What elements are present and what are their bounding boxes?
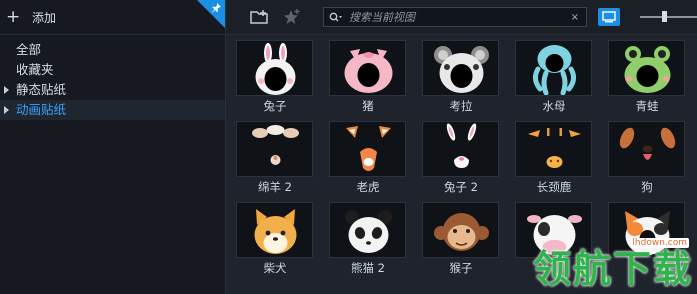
sticker-label: 水母	[542, 99, 566, 113]
category-tree: 全部 收藏夹 静态贴纸 动画贴纸	[0, 35, 225, 120]
frog-icon	[624, 46, 671, 93]
view-mode-button[interactable]	[598, 8, 620, 26]
sticker-tile[interactable]: 猴子	[418, 199, 504, 279]
sticker-thumbnail	[236, 202, 313, 258]
panda-icon	[345, 210, 392, 253]
tree-item-label: 动画贴纸	[16, 102, 67, 117]
shiba-icon	[254, 209, 297, 254]
sticker-tile[interactable]: 长颈鹿	[511, 118, 597, 198]
sticker-label: 绵羊 2	[258, 180, 292, 194]
sticker-thumbnail	[608, 40, 685, 96]
tree-item-static-stickers[interactable]: 静态贴纸	[0, 80, 225, 100]
giraffe-icon	[528, 128, 581, 168]
sticker-label: 熊猫 2	[351, 261, 385, 275]
koala-icon	[434, 46, 489, 93]
tree-item-favorites[interactable]: 收藏夹	[0, 60, 225, 80]
monitor-icon	[602, 11, 616, 23]
rabbit-2-icon	[446, 123, 477, 168]
tiger-icon	[346, 126, 391, 171]
sticker-thumbnail	[236, 40, 313, 96]
sticker-label: 兔子	[263, 99, 287, 113]
jellyfish-icon	[532, 45, 577, 95]
library-panel: + 添加 全部 收藏夹 静态贴纸 动画贴纸	[0, 0, 226, 294]
expand-arrow-icon[interactable]	[4, 106, 9, 114]
search-box[interactable]: 搜索当前视图 ×	[323, 7, 587, 27]
sticker-tile[interactable]: 兔子 2	[418, 118, 504, 198]
sticker-tile[interactable]: 熊猫 2	[325, 199, 411, 279]
search-input[interactable]: 搜索当前视图	[349, 9, 571, 25]
add-favorite-icon[interactable]	[280, 5, 304, 29]
tree-item-label: 全部	[16, 42, 42, 57]
sticker-tile[interactable]: 绵羊 2	[232, 118, 318, 198]
sticker-thumbnail	[422, 121, 499, 177]
sticker-thumbnail	[515, 121, 592, 177]
sticker-thumbnail	[515, 40, 592, 96]
sheep-icon	[252, 125, 299, 165]
import-folder-icon[interactable]	[248, 5, 272, 29]
sticker-thumbnail	[329, 202, 406, 258]
tree-item-label: 收藏夹	[16, 62, 54, 77]
slider-thumb[interactable]	[662, 11, 667, 22]
monkey-icon	[434, 213, 489, 251]
add-label: 添加	[32, 10, 57, 25]
sticker-thumbnail	[329, 40, 406, 96]
clear-search-icon[interactable]: ×	[571, 12, 579, 23]
sticker-tile[interactable]: 兔子	[232, 37, 318, 117]
plus-icon: +	[6, 7, 21, 27]
thumbnail-size-slider[interactable]	[640, 11, 697, 22]
sticker-label: 老虎	[356, 180, 380, 194]
add-button[interactable]: + 添加	[6, 7, 56, 27]
search-icon[interactable]	[329, 12, 343, 22]
rabbit-icon	[255, 43, 296, 95]
tree-item-all[interactable]: 全部	[0, 40, 225, 60]
sticker-thumbnail	[236, 121, 313, 177]
sticker-label: 猴子	[449, 261, 473, 275]
expand-arrow-icon[interactable]	[4, 86, 9, 94]
browser-toolbar: 搜索当前视图 ×	[226, 0, 697, 35]
sticker-label: 兔子 2	[444, 180, 478, 194]
library-header: + 添加	[0, 0, 225, 35]
sticker-tile[interactable]: 狗	[604, 118, 690, 198]
sticker-tile[interactable]: 水母	[511, 37, 597, 117]
watermark-text: 领航下载	[532, 247, 693, 291]
sticker-label: 狗	[641, 180, 653, 194]
pig-icon	[344, 49, 393, 93]
sticker-tile[interactable]: 考拉	[418, 37, 504, 117]
sticker-tile[interactable]: 老虎	[325, 118, 411, 198]
dog-icon	[619, 127, 676, 160]
sticker-thumbnail	[329, 121, 406, 177]
sticker-thumbnail	[422, 202, 499, 258]
sticker-label: 青蛙	[635, 99, 659, 113]
tree-item-animated-stickers[interactable]: 动画贴纸	[0, 100, 225, 120]
sticker-tile[interactable]: 猪	[325, 37, 411, 117]
tree-item-label: 静态贴纸	[16, 82, 67, 97]
sticker-tile[interactable]: 柴犬	[232, 199, 318, 279]
sticker-label: 柴犬	[263, 261, 287, 275]
sticker-thumbnail	[422, 40, 499, 96]
sticker-tile[interactable]: 青蛙	[604, 37, 690, 117]
sticker-browser: 搜索当前视图 × 兔子 猪 考拉 水母 青蛙 绵羊 2 老虎 兔子 2 长颈鹿 …	[226, 0, 697, 294]
sticker-label: 考拉	[449, 99, 473, 113]
sticker-label: 猪	[362, 99, 374, 113]
sticker-thumbnail	[608, 121, 685, 177]
pin-icon[interactable]	[211, 2, 222, 16]
sticker-label: 长颈鹿	[536, 180, 572, 194]
